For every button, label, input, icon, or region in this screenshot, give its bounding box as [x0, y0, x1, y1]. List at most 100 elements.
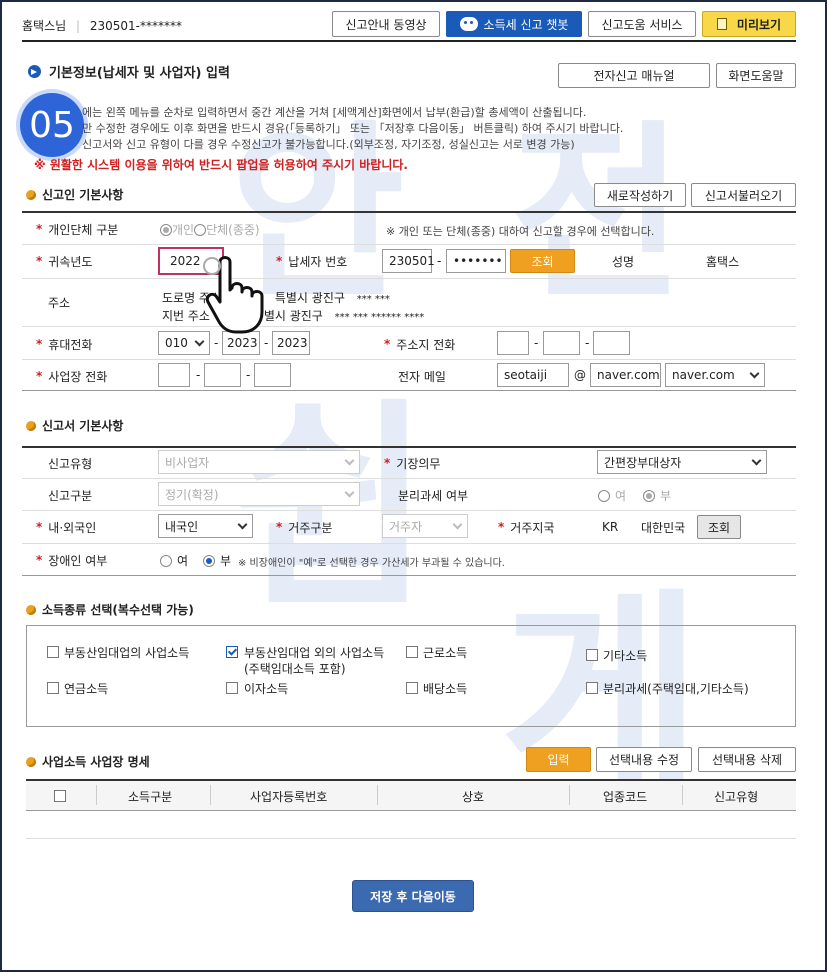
col-divider — [210, 785, 211, 805]
home-phone-3[interactable] — [593, 331, 630, 355]
biz-phone-3[interactable] — [254, 363, 291, 387]
chevron-down-icon — [749, 368, 760, 378]
chatbot-label: 소득세 신고 챗봇 — [483, 17, 569, 32]
radio-disabled-no[interactable] — [203, 554, 216, 567]
info-line: 에는 왼쪽 메뉴를 순차로 입력하면서 중간 계산을 거쳐 [세액계산]화면에서… — [82, 106, 587, 119]
guide-video-button[interactable]: 신고안내 동영상 — [332, 11, 440, 37]
pointer-hand-icon — [203, 256, 264, 334]
dash: - — [437, 254, 442, 268]
screen-help-button[interactable]: 화면도움말 — [716, 63, 796, 88]
taxpayer-no-front[interactable]: 230501 — [382, 249, 435, 273]
page-title: 기본정보(납세자 및 사업자) 입력 — [28, 62, 230, 81]
country-lookup-button[interactable]: 조회 — [697, 515, 741, 539]
load-report-button[interactable]: 신고서불러오기 — [691, 183, 796, 207]
new-write-button[interactable]: 새로작성하기 — [594, 183, 686, 207]
checkbox-earned-income[interactable] — [406, 646, 418, 658]
dash: - — [214, 336, 219, 350]
radio-group[interactable] — [194, 223, 207, 236]
radio-separate-yes[interactable] — [598, 489, 610, 502]
chevron-down-icon — [237, 519, 248, 529]
edit-selected-button[interactable]: 선택내용 수정 — [596, 747, 692, 772]
field-label: 성명 — [612, 254, 635, 269]
checkbox-other-income[interactable] — [586, 649, 598, 661]
field-label: 분리과세 여부 — [398, 488, 469, 503]
biz-phone-1[interactable] — [158, 363, 190, 387]
home-phone-1[interactable] — [497, 331, 529, 355]
row-divider — [22, 278, 796, 279]
step-badge: 05 — [20, 93, 84, 157]
help-service-button[interactable]: 신고도움 서비스 — [588, 11, 696, 37]
bullet-icon — [26, 189, 36, 200]
field-label: * 귀속년도 — [36, 254, 93, 269]
chevron-down-icon — [344, 455, 355, 465]
field-label: * 개인단체 구분 — [36, 222, 119, 237]
workplace-input-button[interactable]: 입력 — [526, 747, 591, 772]
radio-disabled-yes[interactable] — [160, 554, 172, 567]
delete-selected-button[interactable]: 선택내용 삭제 — [698, 747, 796, 772]
bullet-icon — [26, 420, 36, 431]
bookkeeping-select[interactable]: 간편장부대상자 — [597, 450, 767, 474]
field-label: * 거주구분 — [276, 520, 333, 535]
dash: - — [534, 336, 539, 350]
user-name: 홈택스님 — [22, 19, 67, 33]
col-divider — [569, 785, 570, 805]
checkbox-label: 분리과세(주택임대,기타소득) — [603, 682, 749, 696]
checkmark-icon — [227, 646, 238, 656]
report-class-select[interactable]: 정기(확정) — [158, 482, 360, 506]
checkbox-non-rental-business[interactable] — [226, 646, 238, 658]
e-filing-manual-button[interactable]: 전자신고 매뉴얼 — [558, 63, 710, 88]
lookup-button[interactable]: 조회 — [510, 249, 575, 273]
field-label: * 내·외국인 — [36, 520, 97, 535]
checkbox-pension-income[interactable] — [47, 682, 59, 694]
bullet-icon — [26, 756, 36, 767]
separate-tax-radios: 여 부 — [598, 487, 671, 504]
preview-button[interactable]: 미리보기 — [702, 11, 796, 37]
checkbox-label: 근로소득 — [423, 646, 468, 660]
field-label: * 주소지 전화 — [384, 337, 456, 352]
dash: - — [585, 336, 590, 350]
checkbox-separate-tax[interactable] — [586, 682, 598, 694]
table-top-border — [22, 211, 796, 213]
report-type-select[interactable]: 비사업자 — [158, 450, 360, 474]
checkbox-dividend-income[interactable] — [406, 682, 418, 694]
section-title-income: 소득종류 선택(복수선택 가능) — [26, 601, 194, 618]
field-label: 주소 — [48, 295, 71, 310]
chatbot-button[interactable]: 소득세 신고 챗봇 — [446, 11, 582, 37]
income-box — [26, 625, 796, 727]
biz-phone-2[interactable] — [204, 363, 241, 387]
nationality-select[interactable]: 내국인 — [158, 514, 253, 538]
residence-select[interactable]: 거주자 — [382, 514, 468, 538]
checkbox-interest-income[interactable] — [226, 682, 238, 694]
radio-separate-no[interactable] — [643, 489, 656, 502]
field-label: * 거주지국 — [498, 520, 555, 535]
checkbox-label: 배당소득 — [423, 682, 468, 696]
field-label: 전자 메일 — [398, 369, 446, 384]
checkbox-sublabel: (주택임대소득 포함) — [244, 662, 346, 676]
taxpayer-no-back[interactable]: ••••••• — [446, 249, 506, 273]
arrow-circle-icon — [28, 65, 41, 78]
column-header: 소득구분 — [128, 790, 173, 804]
dash: - — [246, 368, 251, 382]
field-label: * 사업장 전화 — [36, 369, 108, 384]
home-phone-2[interactable] — [543, 331, 580, 355]
col-divider — [377, 785, 378, 805]
email-domain-input[interactable]: naver.com — [590, 363, 661, 387]
save-next-button[interactable]: 저장 후 다음이동 — [352, 880, 474, 912]
email-domain-select[interactable]: naver.com — [665, 363, 765, 387]
checkbox-label: 기타소득 — [603, 649, 648, 663]
country-code: KR — [602, 520, 619, 534]
field-label: * 휴대전화 — [36, 337, 93, 352]
email-id-input[interactable]: seotaiji — [497, 363, 569, 387]
column-header: 사업자등록번호 — [250, 790, 328, 804]
radio-individual[interactable] — [160, 223, 172, 236]
col-divider — [96, 785, 97, 805]
chevron-down-icon — [344, 487, 355, 497]
email-at: @ — [574, 368, 586, 382]
select-all-checkbox[interactable] — [54, 790, 66, 802]
section-title-report: 신고서 기본사항 — [26, 417, 123, 434]
info-line: 신고서와 신고 유형이 다를 경우 수정신고가 불가능합니다.(외부조정, 자기… — [82, 138, 575, 151]
field-label: 신고유형 — [48, 456, 93, 471]
checkbox-rental-business[interactable] — [47, 646, 59, 658]
user-id: 230501-******* — [89, 19, 183, 33]
column-header: 상호 — [462, 790, 485, 804]
